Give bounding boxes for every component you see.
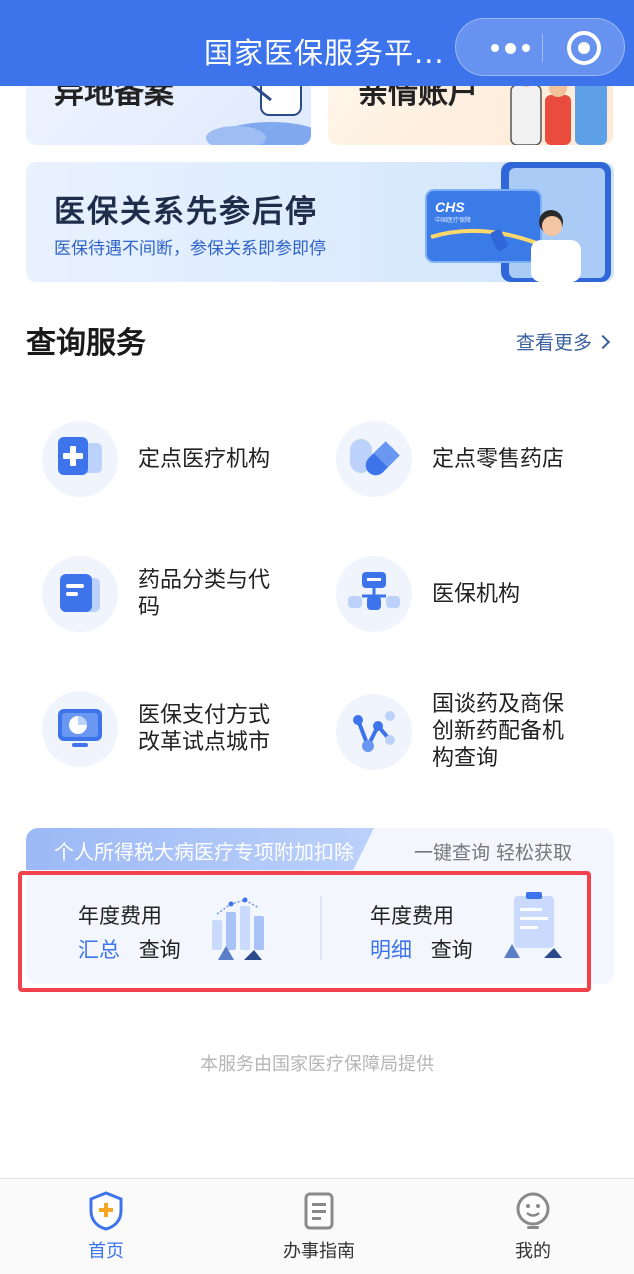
bottom-tab-bar: 首页 办事指南 我的: [0, 1178, 634, 1274]
divider: [320, 896, 322, 960]
insurance-card-illustration-icon: CHS 中国医疗保障: [425, 162, 611, 282]
org-structure-icon: [336, 556, 412, 632]
more-dots-icon[interactable]: [480, 35, 540, 61]
service-item-insurance-agency[interactable]: 医保机构: [336, 556, 582, 632]
clipboard-icon: [504, 892, 562, 958]
service-item-label: 定点医疗机构: [138, 446, 271, 472]
hospital-plus-icon: [42, 421, 118, 497]
fee-detail-line1: 年度费用: [370, 904, 454, 928]
document-list-icon: [42, 556, 118, 632]
guide-document-icon: [304, 1192, 334, 1230]
service-item-label: 药品分类与代码: [138, 568, 271, 620]
smile-face-icon: [516, 1192, 550, 1229]
tab-guide-label: 办事指南: [283, 1241, 355, 1262]
service-item-national-negotiated-drugs[interactable]: 国谈药及商保创新药配备机构查询: [336, 691, 582, 772]
tax-query-row: 年度费用 汇总 查询 年度费用 明细 查询: [36, 880, 602, 976]
annual-fee-detail-button[interactable]: 年度费用 明细 查询: [370, 900, 473, 964]
see-more-link[interactable]: 查看更多: [516, 328, 611, 355]
tab-home[interactable]: 首页: [46, 1191, 166, 1263]
header-bar: 国家医保服务平...: [0, 0, 634, 86]
query-section-title: 查询服务: [26, 326, 146, 361]
service-item-label: 国谈药及商保创新药配备机构查询: [432, 692, 565, 771]
service-item-payment-reform-cities[interactable]: 医保支付方式改革试点城市: [42, 691, 288, 767]
tab-guide[interactable]: 办事指南: [259, 1191, 379, 1263]
card-logo-sub: 中国医疗保障: [435, 216, 471, 224]
pill-capsule-icon: [336, 421, 412, 497]
banner-insurance-relation[interactable]: 医保关系先参后停 医保待遇不间断，参保关系即参即停 CHS 中国医疗保障: [26, 162, 614, 282]
service-item-drug-classification[interactable]: 药品分类与代码: [42, 556, 288, 632]
tax-deduction-tag: 个人所得税大病医疗专项附加扣除: [26, 828, 374, 870]
network-nodes-icon: [336, 693, 412, 770]
mini-program-capsule: [455, 18, 625, 76]
service-item-label: 医保支付方式改革试点城市: [138, 703, 271, 755]
service-item-designated-pharmacy[interactable]: 定点零售药店: [336, 421, 582, 497]
target-circle-icon[interactable]: [567, 31, 601, 65]
service-item-label: 医保机构: [432, 581, 521, 607]
banner-subtitle: 医保待遇不间断，参保关系即参即停: [54, 239, 326, 259]
chevron-right-icon: [595, 334, 611, 349]
banner-title: 医保关系先参后停: [54, 194, 318, 230]
see-more-label: 查看更多: [516, 332, 593, 354]
fee-summary-action: 查询: [138, 938, 181, 962]
tab-home-label: 首页: [88, 1241, 124, 1262]
service-item-designated-medical[interactable]: 定点医疗机构: [42, 421, 288, 497]
fee-detail-highlight: 明细: [370, 938, 412, 962]
service-item-label: 定点零售药店: [432, 446, 565, 472]
tax-deduction-panel: 个人所得税大病医疗专项附加扣除 一键查询 轻松获取 年度费用 汇总 查询 年度费…: [26, 828, 614, 984]
annual-fee-summary-button[interactable]: 年度费用 汇总 查询: [78, 900, 181, 964]
tax-deduction-tag-label: 个人所得税大病医疗专项附加扣除: [54, 840, 354, 864]
fee-detail-action: 查询: [430, 938, 473, 962]
capsule-divider: [542, 34, 543, 62]
page-title: 国家医保服务平...: [204, 36, 445, 70]
card-logo: CHS: [435, 199, 465, 215]
home-shield-icon: [89, 1191, 123, 1231]
monitor-chart-icon: [42, 691, 118, 767]
fee-summary-highlight: 汇总: [78, 938, 120, 962]
fee-summary-line1: 年度费用: [78, 904, 162, 928]
bar-chart-icon: [212, 897, 264, 960]
provider-note: 本服务由国家医疗保障局提供: [200, 1054, 434, 1075]
tab-mine[interactable]: 我的: [473, 1191, 593, 1263]
tab-mine-label: 我的: [515, 1241, 551, 1262]
tax-slogan: 一键查询 轻松获取: [414, 842, 573, 864]
